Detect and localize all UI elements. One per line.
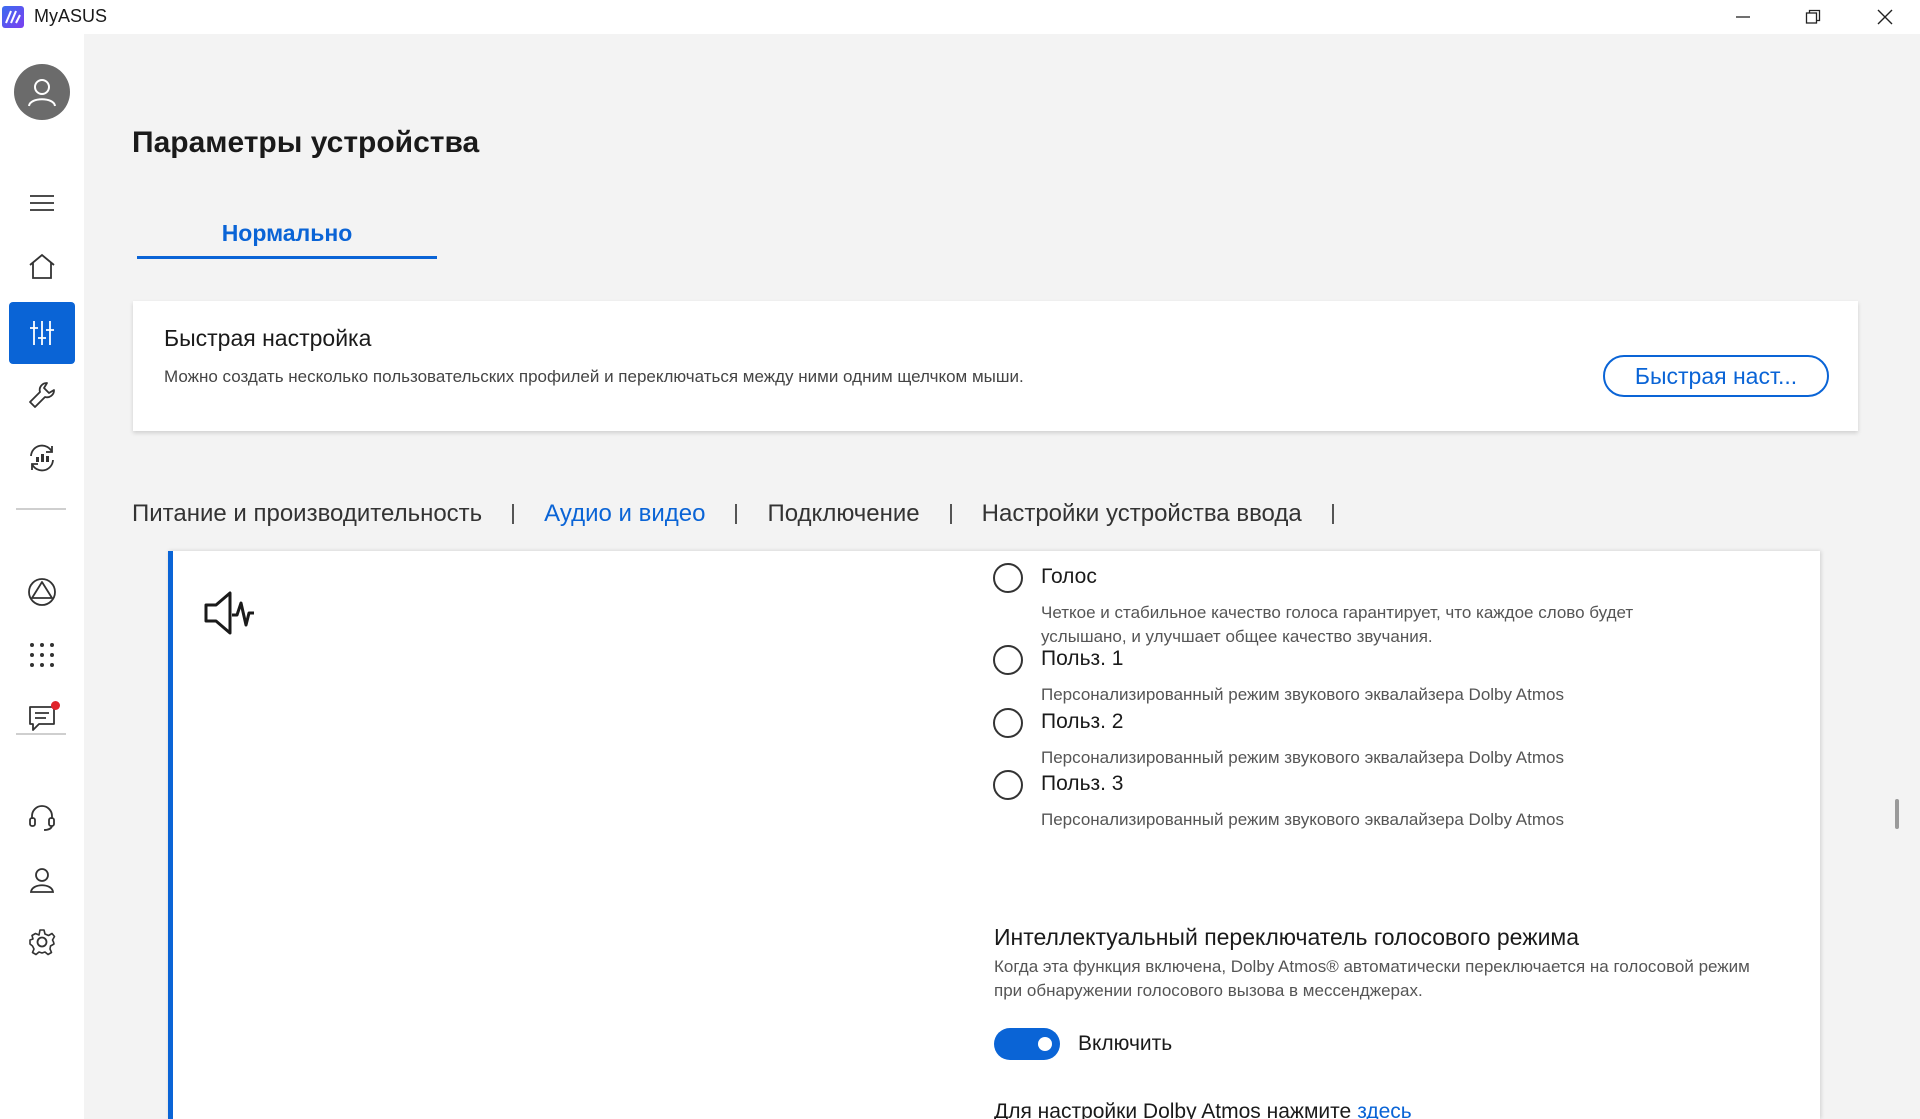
quick-setup-title: Быстрая настройка: [164, 325, 372, 351]
smart-switch-title: Интеллектуальный переключатель голосовог…: [994, 924, 1580, 950]
sidebar-item-messages[interactable]: [9, 687, 75, 749]
sidebar-item-account[interactable]: [9, 849, 75, 911]
hamburger-icon: [30, 195, 54, 211]
sidebar-item-menu[interactable]: [9, 172, 75, 234]
option-description: Персонализированный режим звукового эква…: [1041, 748, 1564, 767]
user-avatar-icon: [28, 79, 56, 107]
tab-normal[interactable]: Нормально: [137, 220, 437, 260]
close-button[interactable]: [1850, 0, 1920, 34]
audio-settings-panel: Голос Четкое и стабильное качество голос…: [168, 551, 1820, 1119]
restore-icon: [1805, 9, 1821, 24]
tab-input-device-settings[interactable]: Настройки устройства ввода: [982, 500, 1302, 528]
minimize-icon: [1736, 16, 1750, 18]
home-icon: [29, 253, 55, 279]
grid-dots-icon: [30, 643, 54, 667]
category-tabs: Питание и производительность Аудио и вид…: [132, 494, 1364, 534]
sidebar-item-settings[interactable]: [9, 911, 75, 973]
myasus-logo-icon: [2, 6, 24, 28]
title-bar: MyASUS: [0, 0, 1920, 34]
dolby-settings-link[interactable]: здесь: [1357, 1100, 1412, 1119]
sidebar-divider: [16, 508, 66, 510]
close-icon: [1877, 9, 1893, 25]
toggle-knob: [1038, 1037, 1052, 1051]
sidebar-item-customization[interactable]: [9, 364, 75, 426]
tab-separator: [949, 504, 952, 524]
option-description: Персонализированный режим звукового эква…: [1041, 810, 1564, 829]
avatar[interactable]: [14, 64, 70, 120]
option-label: Голос: [1041, 565, 1097, 588]
smart-switch-description: Когда эта функция включена, Dolby Atmos®…: [994, 957, 1750, 1000]
dolby-prompt-text: Для настройки Dolby Atmos нажмите: [994, 1100, 1352, 1119]
tab-connectivity[interactable]: Подключение: [767, 500, 919, 528]
option-label: Польз. 1: [1041, 647, 1124, 670]
dolby-settings-prompt: Для настройки Dolby Atmos нажмите здесь: [994, 1100, 1412, 1119]
notification-badge: [51, 701, 60, 710]
quick-setup-button[interactable]: Быстрая наст...: [1603, 355, 1829, 397]
triangle-link-icon: [28, 578, 56, 606]
wrench-icon: [29, 382, 55, 408]
sidebar-item-link[interactable]: [9, 561, 75, 623]
speaker-voice-icon: [204, 591, 254, 635]
tab-power-performance[interactable]: Питание и производительность: [132, 500, 482, 528]
quick-setup-description: Можно создать несколько пользовательских…: [164, 367, 1024, 386]
sidebar-item-apps[interactable]: [9, 624, 75, 686]
option-label: Польз. 2: [1041, 710, 1124, 733]
user-icon: [29, 868, 55, 893]
tab-audio-video[interactable]: Аудио и видео: [544, 500, 705, 528]
diagnosis-icon: [30, 444, 54, 472]
radio-button[interactable]: [993, 708, 1023, 738]
headset-icon: [29, 805, 55, 831]
option-description: Четкое и стабильное качество голоса гара…: [1041, 603, 1634, 646]
radio-button[interactable]: [993, 645, 1023, 675]
sidebar-item-home[interactable]: [9, 235, 75, 297]
radio-button[interactable]: [993, 563, 1023, 593]
sliders-icon: [30, 321, 54, 345]
sidebar: [0, 34, 84, 1119]
option-description: Персонализированный режим звукового эква…: [1041, 685, 1564, 704]
scrollbar-thumb[interactable]: [1895, 799, 1899, 829]
sidebar-item-diagnosis[interactable]: [9, 427, 75, 489]
sidebar-divider: [16, 733, 66, 735]
toggle-label: Включить: [1078, 1032, 1173, 1055]
sidebar-item-support[interactable]: [9, 786, 75, 848]
tab-separator: [1331, 504, 1334, 524]
tab-underline: [137, 256, 437, 259]
tab-separator: [735, 504, 738, 524]
smart-switch-toggle[interactable]: [994, 1028, 1060, 1060]
page-title: Параметры устройства: [132, 126, 480, 159]
radio-button[interactable]: [993, 770, 1023, 800]
quick-setup-card: Быстрая настройка Можно создать нескольк…: [133, 301, 1858, 431]
tab-separator: [512, 504, 515, 524]
gear-icon: [29, 929, 56, 956]
panel-accent-bar: [168, 551, 173, 1119]
main-content: Параметры устройства Нормально Быстрая н…: [84, 34, 1920, 1119]
minimize-button[interactable]: [1708, 0, 1778, 34]
restore-button[interactable]: [1778, 0, 1848, 34]
sidebar-item-device-settings[interactable]: [9, 302, 75, 364]
option-label: Польз. 3: [1041, 772, 1124, 795]
app-title: MyASUS: [34, 6, 108, 26]
